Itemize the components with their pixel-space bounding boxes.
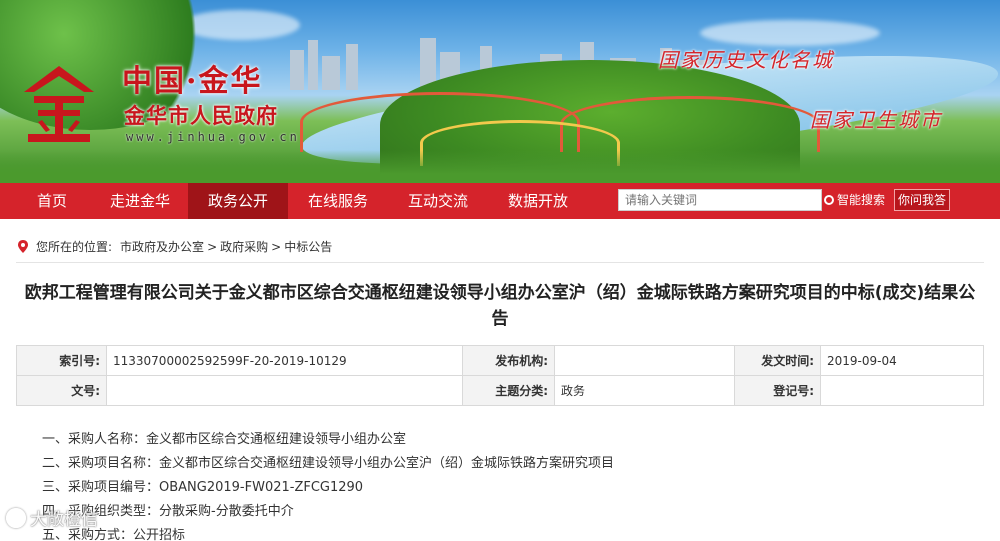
breadcrumb-link-gov-office[interactable]: 市政府及办公室 xyxy=(120,238,204,255)
smart-search-button[interactable]: 智能搜索 xyxy=(824,189,890,211)
nav-item-open-data[interactable]: 数据开放 xyxy=(488,183,588,219)
meta-value-registration xyxy=(820,375,984,406)
slogan-health-city: 国家卫生城市 xyxy=(810,108,942,132)
nav-item-online-service[interactable]: 在线服务 xyxy=(288,183,388,219)
breadcrumb-separator: > xyxy=(271,239,282,254)
content-line: 四、采购组织类型：分散采购-分散委托中介 xyxy=(42,504,294,519)
site-title: 中国·金华 xyxy=(122,64,263,99)
meta-label-doc-number: 文号: xyxy=(16,375,107,406)
meta-value-date: 2019-09-04 xyxy=(820,345,984,376)
grass xyxy=(0,150,1000,183)
breadcrumb-link-award-notice[interactable]: 中标公告 xyxy=(284,238,332,255)
table-row: 文号: 主题分类: 政务 登记号: xyxy=(16,375,984,406)
content-line: 一、采购人名称：金义都市区综合交通枢纽建设领导小组办公室 xyxy=(42,432,407,447)
nav-item-home[interactable]: 首页 xyxy=(12,183,92,219)
site-url: www.jinhua.gov.cn xyxy=(126,130,300,144)
breadcrumb: 您所在的位置: 市政府及办公室 > 政府采购 > 中标公告 xyxy=(18,238,332,255)
table-row: 索引号: 11330700002592599F-20-2019-10129 发布… xyxy=(16,345,984,376)
search-icon xyxy=(824,195,834,205)
meta-value-doc-number xyxy=(106,375,463,406)
meta-label-publisher: 发布机构: xyxy=(462,345,555,376)
content-line: 二、采购项目名称：金义都市区综合交通枢纽建设领导小组办公室沪（绍）金城际铁路方案… xyxy=(42,456,615,471)
slogan-history-city: 国家历史文化名城 xyxy=(658,48,834,72)
content-line: 三、采购项目编号：OBANG2019-FW021-ZFCG1290 xyxy=(42,480,364,495)
nav-item-interaction[interactable]: 互动交流 xyxy=(388,183,488,219)
breadcrumb-prefix: 您所在的位置: xyxy=(36,240,113,254)
watermark: 大敞橙信 xyxy=(6,505,98,530)
nav-item-gov-affairs[interactable]: 政务公开 xyxy=(188,183,288,219)
meta-value-category: 政务 xyxy=(554,375,735,406)
meta-value-publisher xyxy=(554,345,735,376)
ask-answer-button[interactable]: 你问我答 xyxy=(894,189,950,211)
meta-value-index: 11330700002592599F-20-2019-10129 xyxy=(106,345,463,376)
header-banner: 中国·金华 金华市人民政府 www.jinhua.gov.cn 国家历史文化名城… xyxy=(0,0,1000,183)
location-pin-icon xyxy=(18,240,28,253)
breadcrumb-separator: > xyxy=(207,239,218,254)
article-title: 欧邦工程管理有限公司关于金义都市区综合交通枢纽建设领导小组办公室沪（绍）金城际铁… xyxy=(24,283,976,329)
divider xyxy=(16,262,984,263)
site-subtitle: 金华市人民政府 xyxy=(124,104,278,128)
nav-item-about[interactable]: 走进金华 xyxy=(92,183,188,219)
cloud xyxy=(700,20,880,46)
watermark-logo-icon xyxy=(6,507,26,528)
content-line: 五、采购方式：公开招标 xyxy=(42,528,186,541)
meta-label-category: 主题分类: xyxy=(462,375,555,406)
meta-label-index: 索引号: xyxy=(16,345,107,376)
breadcrumb-link-procurement[interactable]: 政府采购 xyxy=(220,238,268,255)
smart-search-label: 智能搜索 xyxy=(837,193,886,207)
jin-character-logo xyxy=(24,66,94,142)
watermark-text: 大敞橙信 xyxy=(30,510,98,530)
meta-label-date: 发文时间: xyxy=(734,345,821,376)
meta-label-registration: 登记号: xyxy=(734,375,821,406)
document-meta-table: 索引号: 11330700002592599F-20-2019-10129 发布… xyxy=(16,345,984,406)
article-content: 一、采购人名称：金义都市区综合交通枢纽建设领导小组办公室 二、采购项目名称：金义… xyxy=(42,428,614,541)
search-input[interactable] xyxy=(618,189,822,211)
